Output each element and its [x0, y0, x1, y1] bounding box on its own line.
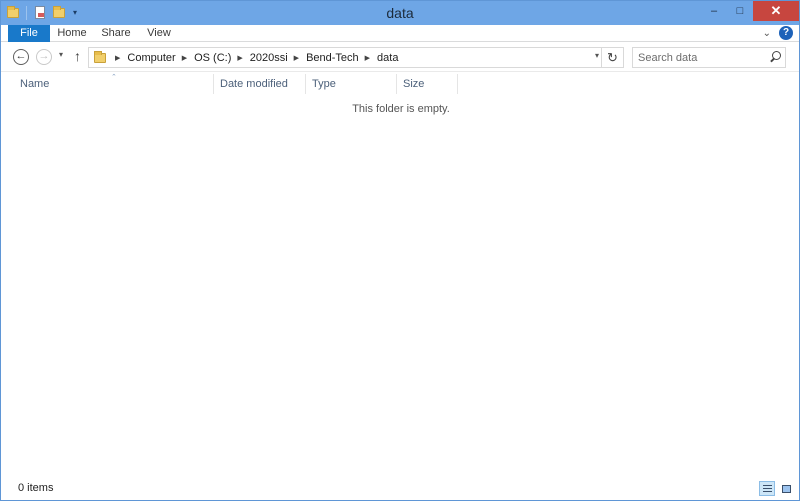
tab-share[interactable]: Share: [98, 25, 134, 42]
explorer-window: ▾ data – □ ✕ File Home Share View ⌄ ? ← …: [0, 0, 800, 501]
breadcrumb-separator-icon[interactable]: ▶: [115, 54, 120, 62]
ribbon-tabs: File Home Share View ⌄ ?: [1, 25, 799, 42]
window-title: data: [386, 5, 414, 21]
large-icons-view-button[interactable]: [778, 481, 794, 496]
tab-home[interactable]: Home: [54, 25, 90, 42]
breadcrumb-separator-icon[interactable]: ▶: [182, 54, 187, 62]
search-icon[interactable]: [769, 51, 781, 63]
help-icon[interactable]: ?: [779, 26, 793, 40]
search-input[interactable]: [633, 48, 763, 67]
breadcrumb: ▶ Computer ▶ OS (C:) ▶ 2020ssi ▶ Bend-Te…: [109, 48, 398, 67]
column-headers: Name Date modified Type Size: [1, 74, 461, 94]
status-bar: 0 items: [1, 478, 799, 500]
forward-button[interactable]: →: [36, 49, 52, 65]
breadcrumb-2020ssi[interactable]: 2020ssi: [250, 52, 288, 64]
breadcrumb-os-c[interactable]: OS (C:): [194, 52, 231, 64]
tab-file[interactable]: File: [8, 25, 50, 42]
file-list-pane[interactable]: ⌃ Name Date modified Type Size This fold…: [1, 71, 799, 476]
minimize-button[interactable]: –: [701, 1, 727, 21]
folder-icon: [92, 50, 108, 66]
address-bar[interactable]: ▶ Computer ▶ OS (C:) ▶ 2020ssi ▶ Bend-Te…: [88, 47, 624, 68]
empty-folder-message: This folder is empty.: [352, 103, 450, 115]
large-icons-view-icon: [782, 485, 791, 493]
breadcrumb-computer[interactable]: Computer: [127, 52, 175, 64]
tab-view[interactable]: View: [142, 25, 176, 42]
window-controls: – □ ✕: [701, 1, 799, 21]
breadcrumb-data[interactable]: data: [377, 52, 398, 64]
up-button[interactable]: ↑: [74, 48, 81, 64]
column-header-type[interactable]: Type: [305, 74, 396, 94]
item-count: 0 items: [18, 482, 54, 494]
details-view-icon: [763, 485, 772, 486]
column-header-name[interactable]: Name: [14, 74, 214, 94]
ribbon-controls: ⌄ ?: [763, 26, 793, 40]
navigation-bar: ← → ▾ ↑ ▶ Computer ▶ OS (C:) ▶ 2020ssi ▶…: [1, 43, 799, 71]
details-view-button[interactable]: [759, 481, 775, 496]
column-header-size[interactable]: Size: [396, 74, 458, 94]
back-button[interactable]: ←: [13, 49, 29, 65]
address-history-dropdown[interactable]: ▾: [595, 51, 599, 60]
breadcrumb-separator-icon[interactable]: ▶: [294, 54, 299, 62]
refresh-button[interactable]: ↻: [601, 48, 623, 67]
close-button[interactable]: ✕: [753, 1, 799, 21]
column-header-date-modified[interactable]: Date modified: [213, 74, 305, 94]
expand-ribbon-chevron-icon[interactable]: ⌄: [763, 28, 771, 39]
breadcrumb-bend-tech[interactable]: Bend-Tech: [306, 52, 359, 64]
breadcrumb-separator-icon[interactable]: ▶: [365, 54, 370, 62]
title-bar: ▾ data – □ ✕: [1, 1, 799, 25]
maximize-button[interactable]: □: [727, 1, 753, 21]
search-box: [632, 47, 786, 68]
recent-locations-dropdown[interactable]: ▾: [59, 50, 63, 59]
breadcrumb-separator-icon[interactable]: ▶: [237, 54, 242, 62]
